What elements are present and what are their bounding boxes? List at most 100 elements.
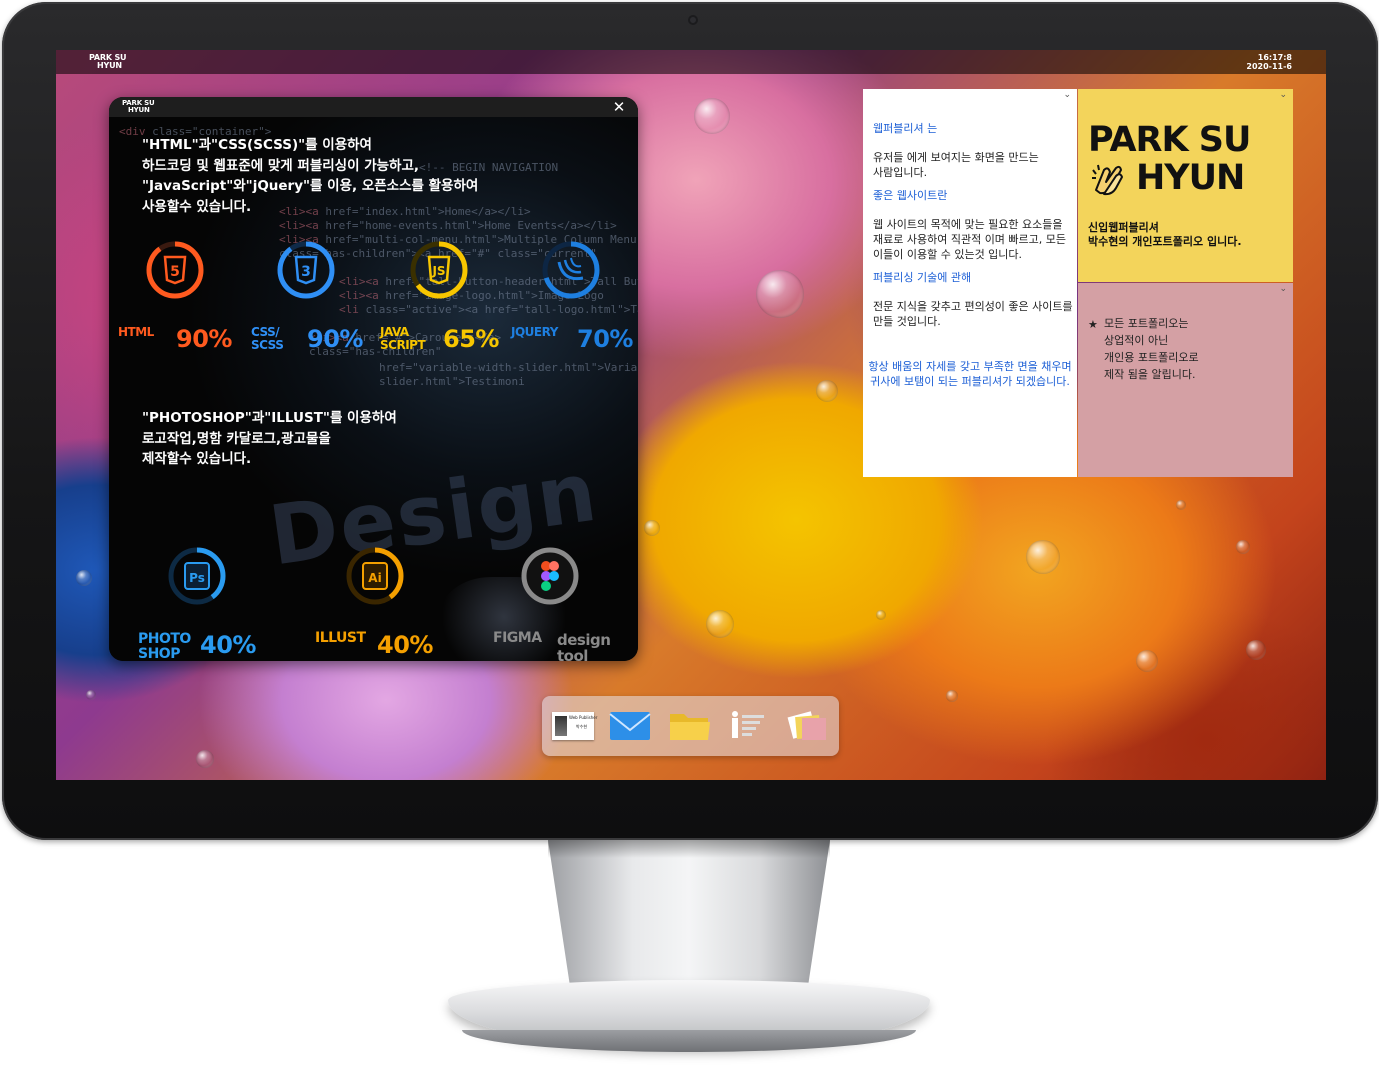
note-notice-line: 제작 됨을 알립니다. — [1104, 368, 1196, 381]
note-notice[interactable]: ⌄ ★ 모든 포트폴리오는 상업적이 아닌 개인용 포트폴리오로 제작 됨을 알… — [1078, 283, 1293, 477]
illustrator-skill-percent: 40% — [377, 631, 433, 659]
note-text-line: 전문 지식을 갖추고 편의성이 좋은 사이트를 — [873, 300, 1073, 313]
note-heading-skills: 퍼블리싱 기술에 관해 — [873, 271, 972, 284]
dev-description-line: 사용할수 있습니다. — [142, 198, 252, 215]
note-publisher-intro[interactable]: ⌄ 웹퍼블리셔 는 유저들 에게 보여지는 화면을 만드는 사람입니다. 좋은 … — [863, 89, 1077, 477]
dev-description-line: "HTML"과"CSS(SCSS)"를 이용하여 — [142, 137, 372, 153]
note-notice-line: 모든 포트폴리오는 — [1104, 317, 1189, 330]
profile-info-icon[interactable] — [726, 706, 770, 746]
chevron-down-icon[interactable]: ⌄ — [1279, 284, 1287, 294]
note-logo-subtitle: 신입웹퍼블리셔 박수현의 개인포트폴리오 입니다. — [1088, 221, 1242, 249]
folder-shape — [670, 714, 710, 740]
bubble-decoration — [1176, 500, 1186, 510]
close-icon[interactable]: ✕ — [610, 98, 628, 116]
note-text-good-site: 웹 사이트의 목적에 맞는 필요한 요소들을 재료로 사용하여 직관적 이며 빠… — [873, 217, 1066, 262]
note-closing-line: 항상 배움의 자세를 갖고 부족한 면을 채우며 — [868, 360, 1072, 373]
mail-icon[interactable] — [608, 706, 652, 746]
profile-info-shape — [732, 711, 764, 738]
html-skill-percent: 90% — [176, 325, 232, 353]
skills-window: PARK SU HYUN ✕ <div class="container"> <… — [109, 97, 638, 661]
js-skill-name-line2: SCRIPT — [380, 338, 426, 352]
svg-text:Ps: Ps — [189, 571, 205, 585]
bubble-decoration — [86, 690, 96, 700]
html-skill-name: HTML — [118, 325, 154, 339]
sticky-notes-shape — [787, 711, 826, 740]
clock-time: 16:17:8 — [1257, 53, 1292, 62]
skills-window-logo: PARK SU HYUN — [122, 100, 155, 114]
figma-skill-note-line2: tool — [557, 647, 588, 661]
note-heading-good-site: 좋은 웹사이트란 — [873, 189, 948, 202]
note-logo-line1: PARK SU — [1088, 120, 1251, 160]
topbar-logo-line2: HYUN — [97, 61, 122, 70]
monitor-stand-base-edge — [462, 1030, 916, 1052]
business-card: Web Publisher 박수현 — [552, 712, 597, 740]
note-text-line: 웹 사이트의 목적에 맞는 필요한 요소들을 — [873, 218, 1063, 231]
desktop-screen: PARK SU HYUN 16:17:8 2020-11-6 PARK SU H… — [56, 50, 1326, 780]
design-description-line: "PHOTOSHOP"과"ILLUST"를 이용하여 — [142, 410, 397, 426]
chevron-down-icon[interactable]: ⌄ — [1063, 90, 1071, 100]
note-text-line: 유저들 에게 보여지는 화면을 만드는 — [873, 151, 1039, 164]
jquery-icon[interactable] — [541, 240, 601, 300]
photoshop-icon[interactable]: Ps — [167, 546, 227, 606]
code-decoration: <li><a href="home-events.html">Home Even… — [279, 219, 617, 232]
figma-icon[interactable] — [520, 546, 580, 606]
mail-envelope — [609, 712, 651, 740]
js-skill-name: JAVA SCRIPT — [380, 326, 426, 352]
sticky-notes-icon[interactable] — [786, 706, 830, 746]
note-text-line: 만들 것입니다. — [873, 315, 941, 328]
photoshop-skill-name: PHOTO SHOP — [138, 631, 191, 662]
card-name: 박수현 — [576, 724, 588, 729]
bubble-decoration — [1026, 540, 1060, 574]
photoshop-skill-name-line1: PHOTO — [138, 631, 191, 647]
note-logo-line2: HYUN — [1136, 158, 1245, 198]
design-description-line: 제작할수 있습니다. — [142, 451, 252, 467]
css3-icon[interactable]: 3 — [276, 240, 336, 300]
dev-description-line: 하드코딩 및 웹표준에 맞게 퍼블리싱이 가능하고, — [142, 157, 420, 174]
design-description: "PHOTOSHOP"과"ILLUST"를 이용하여 로고작업,명함 카달로그,… — [142, 408, 397, 470]
js-skill-percent: 65% — [443, 325, 499, 353]
bubble-decoration — [756, 270, 804, 318]
note-logo-subtitle-line2: 박수현의 개인포트폴리오 입니다. — [1088, 235, 1242, 248]
note-text-skills: 전문 지식을 갖추고 편의성이 좋은 사이트를 만들 것입니다. — [873, 299, 1073, 329]
bubble-decoration — [1246, 640, 1266, 660]
svg-text:3: 3 — [301, 264, 311, 280]
dev-description: "HTML"과"CSS(SCSS)"를 이용하여 하드코딩 및 웹표준에 맞게 … — [142, 135, 478, 217]
css-skill-name: CSS/ SCSS — [251, 326, 284, 352]
bubble-decoration — [946, 690, 958, 702]
note-notice-line: 상업적이 아닌 — [1104, 334, 1169, 347]
note-text-line: 이들이 이용할 수 있는것 입니다. — [873, 248, 1023, 261]
bubble-decoration — [706, 610, 734, 638]
note-closing: 항상 배움의 자세를 갖고 부족한 면을 채우며 귀사에 보탬이 되는 퍼블리셔… — [863, 359, 1077, 389]
code-decoration: href="variable-width-slider.html">Variab — [379, 361, 638, 374]
note-logo[interactable]: ⌄ PARK SU HYUN 신입웹퍼블리셔 박수현의 개인포트폴리오 입니다. — [1078, 89, 1293, 282]
css-skill-name-line2: SCSS — [251, 338, 284, 352]
svg-text:5: 5 — [170, 264, 180, 280]
bubble-decoration — [694, 98, 730, 134]
stand-shadow — [548, 840, 830, 858]
note-text-line: 사람입니다. — [873, 166, 928, 179]
monitor-stand-neck — [548, 840, 830, 990]
code-decoration: <li class="active"><a href="tall-logo.ht… — [339, 303, 638, 316]
bubble-decoration — [76, 570, 92, 586]
bubble-decoration — [876, 610, 886, 620]
note-closing-line: 귀사에 보탬이 되는 퍼블리셔가 되겠습니다. — [870, 375, 1070, 388]
dock: Web Publisher 박수현 — [542, 696, 839, 756]
photoshop-skill-percent: 40% — [200, 631, 256, 659]
html5-icon[interactable]: 5 — [145, 240, 205, 300]
business-card-icon[interactable]: Web Publisher 박수현 — [550, 706, 597, 746]
javascript-icon[interactable]: JS — [409, 240, 469, 300]
svg-text:JS: JS — [431, 264, 445, 278]
bubble-decoration — [196, 750, 214, 768]
bubble-decoration — [1236, 540, 1250, 554]
folder-icon[interactable] — [668, 706, 712, 746]
topbar-logo[interactable]: PARK SU HYUN — [89, 54, 127, 70]
css-skill-percent: 90% — [307, 325, 363, 353]
skills-window-logo-line2: HYUN — [128, 106, 150, 114]
chevron-down-icon[interactable]: ⌄ — [1279, 90, 1287, 100]
jquery-skill-name: JQUERY — [511, 325, 558, 339]
portrait-thumbnail — [555, 716, 567, 736]
illustrator-icon[interactable]: Ai — [345, 546, 405, 606]
code-decoration: slider.html">Testimoni — [379, 375, 525, 388]
camera-dot — [688, 15, 698, 25]
skills-window-titlebar[interactable]: PARK SU HYUN ✕ — [109, 97, 638, 117]
